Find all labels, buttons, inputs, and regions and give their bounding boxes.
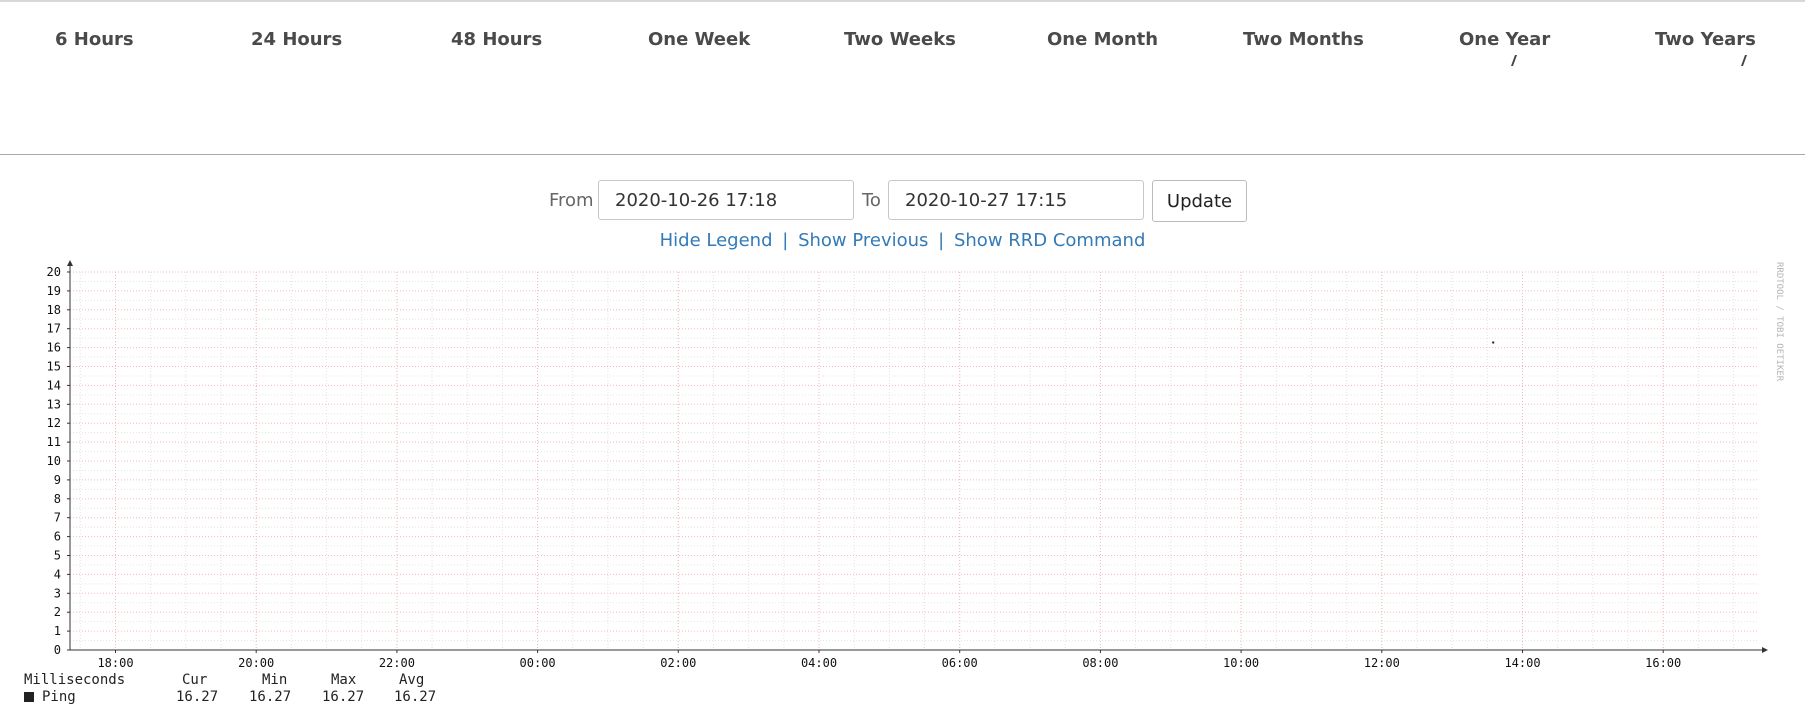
y-tick-label: 11 (47, 435, 61, 449)
rrdtool-watermark: RRDTOOL / TOBI OETIKER (1774, 262, 1784, 382)
x-tick-label: 14:00 (1504, 656, 1540, 670)
x-tick-label: 04:00 (801, 656, 837, 670)
y-tick-label: 16 (47, 341, 61, 355)
y-tick-label: 15 (47, 360, 61, 374)
x-axis-arrow (1762, 647, 1768, 653)
legend-max-value: 16.27 (322, 689, 365, 705)
y-tick-label: 3 (54, 586, 61, 600)
y-tick-label: 8 (54, 492, 61, 506)
y-tick-label: 12 (47, 416, 61, 430)
y-tick-label: 14 (47, 378, 61, 392)
x-tick-label: 16:00 (1645, 656, 1681, 670)
legend-avg-value: 16.27 (394, 689, 437, 705)
x-tick-label: 18:00 (97, 656, 133, 670)
y-tick-label: 13 (47, 397, 61, 411)
legend-min-header: Min (262, 672, 288, 688)
y-tick-label: 9 (54, 473, 61, 487)
x-tick-label: 00:00 (520, 656, 556, 670)
x-tick-label: 08:00 (1082, 656, 1118, 670)
x-tick-label: 22:00 (379, 656, 415, 670)
y-axis-arrow (67, 260, 73, 266)
y-tick-label: 7 (54, 511, 61, 525)
y-tick-label: 0 (54, 643, 61, 657)
y-tick-label: 1 (54, 624, 61, 638)
legend-cur-value: 16.27 (176, 689, 219, 705)
x-tick-label: 02:00 (660, 656, 696, 670)
y-tick-label: 20 (47, 265, 61, 279)
legend-cur-header: Cur (182, 672, 208, 688)
legend-avg-header: Avg (399, 672, 425, 688)
y-tick-label: 2 (54, 605, 61, 619)
ping-graph: 2019181716151413121110987654321018:00 20:… (47, 260, 1784, 670)
legend-min-value: 16.27 (249, 689, 292, 705)
y-tick-label: 17 (47, 322, 61, 336)
x-tick-label: 10:00 (1223, 656, 1259, 670)
x-tick-label: 06:00 (942, 656, 978, 670)
y-tick-label: 6 (54, 530, 61, 544)
x-tick-label: 20:00 (238, 656, 274, 670)
y-tick-label: 4 (54, 567, 61, 581)
legend-max-header: Max (331, 672, 357, 688)
legend-series-name: Ping (42, 689, 76, 705)
y-tick-label: 5 (54, 549, 61, 563)
y-tick-label: 10 (47, 454, 61, 468)
x-tick-label: 12:00 (1364, 656, 1400, 670)
y-tick-label: 19 (47, 284, 61, 298)
y-tick-label: 18 (47, 303, 61, 317)
data-point-ping (1492, 341, 1495, 344)
legend-units-header: Milliseconds (24, 672, 126, 688)
